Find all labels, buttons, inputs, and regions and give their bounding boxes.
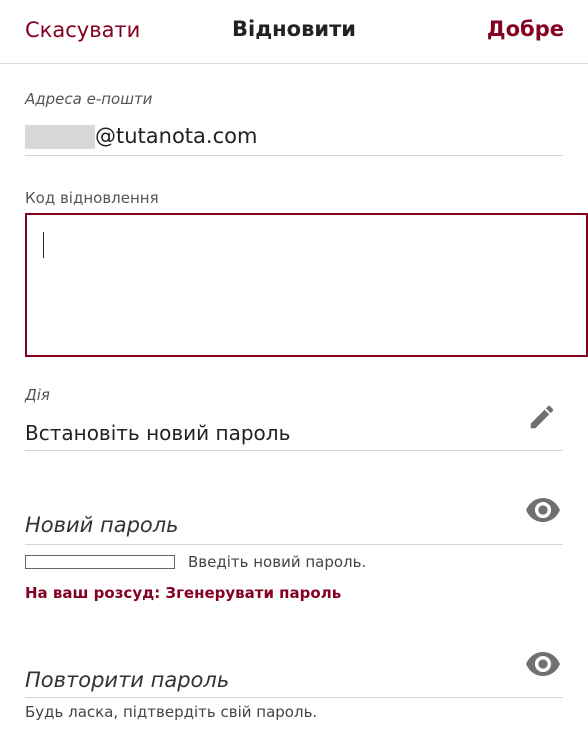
password-strength-hint: Введіть новий пароль.	[188, 553, 367, 571]
recover-dialog: Скасувати Відновити Добре Адреса е-пошти…	[0, 0, 588, 742]
generate-password-link[interactable]: На ваш розсуд: Згенерувати пароль	[25, 584, 341, 602]
eye-icon[interactable]	[526, 498, 560, 522]
ok-button[interactable]: Добре	[487, 17, 564, 41]
dialog-header: Скасувати Відновити Добре	[0, 0, 588, 64]
repeat-password-underline	[25, 697, 563, 698]
password-strength-bar	[25, 555, 175, 569]
confirm-password-hint: Будь ласка, підтвердіть свій пароль.	[25, 703, 318, 721]
text-caret	[43, 232, 44, 258]
recovery-code-label: Код відновлення	[25, 189, 159, 207]
recovery-code-input[interactable]	[25, 213, 588, 357]
email-redacted-part	[25, 125, 95, 149]
eye-icon[interactable]	[526, 652, 560, 676]
repeat-password-input[interactable]: Повторити пароль	[25, 668, 229, 692]
email-domain: @tutanota.com	[95, 124, 258, 148]
email-label: Адреса е-пошти	[25, 90, 153, 108]
action-value[interactable]: Встановіть новий пароль	[25, 421, 290, 445]
email-underline	[25, 155, 563, 156]
action-label: Дія	[25, 386, 50, 404]
edit-icon[interactable]	[527, 402, 557, 432]
action-underline	[25, 450, 563, 451]
new-password-underline	[25, 544, 563, 545]
new-password-input[interactable]: Новий пароль	[25, 513, 179, 537]
